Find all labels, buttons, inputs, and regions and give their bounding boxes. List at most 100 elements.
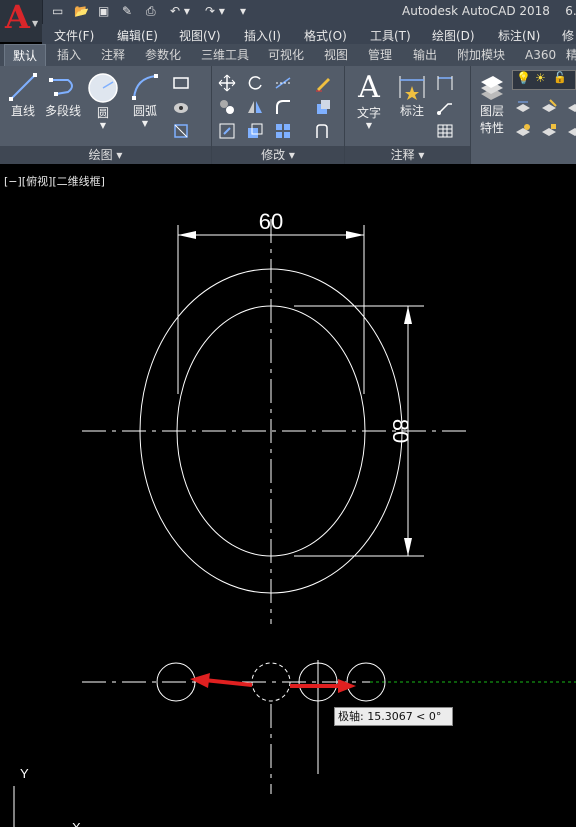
- trim-icon[interactable]: [274, 74, 292, 92]
- line-icon: [9, 73, 37, 101]
- chevron-down-icon: ▼: [99, 121, 107, 130]
- menu-edit[interactable]: 编辑(E): [117, 27, 158, 44]
- tab-a360[interactable]: A360: [525, 44, 556, 66]
- tab-addins[interactable]: 附加模块: [457, 44, 505, 66]
- lightbulb-icon: 💡: [516, 71, 531, 85]
- table-icon[interactable]: [436, 122, 454, 140]
- menu-draw[interactable]: 绘图(D): [432, 27, 475, 44]
- polar-tooltip: 极轴: 15.3067 < 0°: [334, 707, 453, 726]
- circle-tool-label: 圆: [96, 106, 109, 120]
- linear-dim-icon[interactable]: [436, 74, 454, 92]
- chevron-down-icon: ▼: [32, 19, 39, 28]
- hatch-icon[interactable]: [172, 98, 190, 116]
- tab-3d-tools[interactable]: 三维工具: [201, 44, 249, 66]
- tab-manage[interactable]: 管理: [368, 44, 392, 66]
- rotate-icon[interactable]: [246, 74, 264, 92]
- circle-tool[interactable]: 圆 ▼: [86, 72, 120, 130]
- tab-parametric[interactable]: 参数化: [145, 44, 181, 66]
- polyline-icon: [49, 78, 73, 96]
- leader-icon[interactable]: [436, 98, 454, 116]
- annotation-panel-title[interactable]: 注释 ▾: [345, 146, 470, 164]
- tab-view[interactable]: 视图: [324, 44, 348, 66]
- tab-annotate[interactable]: 注释: [101, 44, 125, 66]
- layer-freeze-icon[interactable]: [566, 98, 576, 116]
- modify-panel-title[interactable]: 修改 ▾: [212, 146, 344, 164]
- stretch-icon[interactable]: [218, 122, 236, 140]
- layer-off-icon[interactable]: [514, 122, 532, 140]
- menu-insert[interactable]: 插入(I): [244, 27, 281, 44]
- dimension-icon: [399, 76, 425, 100]
- red-arrowhead-left: [190, 673, 210, 688]
- move-icon[interactable]: [218, 74, 236, 92]
- layer-iso-icon[interactable]: [540, 98, 558, 116]
- dimension-arrowhead: [178, 231, 196, 239]
- tab-home[interactable]: 默认: [4, 44, 46, 66]
- text-tool-label: 文字: [356, 106, 381, 120]
- drawing-canvas[interactable]: 60 80 Y X: [0, 164, 576, 827]
- menu-format[interactable]: 格式(O): [304, 27, 347, 44]
- ucs-x-label: X: [72, 820, 81, 827]
- ribbon: 直线 多段线 圆 ▼ 圆弧 ▼ 绘图 ▾ 修改 ▾ A 文字 ▼ 标注 注释 ▾…: [0, 66, 576, 164]
- copy-icon[interactable]: [218, 98, 236, 116]
- tab-featured[interactable]: 精: [566, 44, 576, 66]
- dimension-text-horizontal[interactable]: 60: [259, 209, 283, 234]
- dimension-tool[interactable]: 标注: [394, 72, 430, 119]
- region-icon[interactable]: [172, 122, 190, 140]
- red-arrow-left: [203, 678, 253, 687]
- dimension-tool-label: 标注: [399, 104, 424, 118]
- panel-divider: [470, 66, 471, 164]
- new-file-icon[interactable]: ▭: [52, 3, 63, 19]
- ucs-y-label: Y: [20, 766, 29, 781]
- chevron-down-icon: ▼: [365, 121, 373, 130]
- fillet-icon[interactable]: [274, 98, 292, 116]
- tab-insert[interactable]: 插入: [57, 44, 81, 66]
- polyline-tool[interactable]: 多段线: [42, 72, 84, 119]
- chevron-down-icon: ▼: [141, 119, 149, 128]
- array-icon[interactable]: [274, 122, 292, 140]
- arc-tool[interactable]: 圆弧 ▼: [128, 72, 162, 128]
- arc-tool-label: 圆弧: [132, 104, 157, 118]
- polyline-tool-label: 多段线: [44, 104, 81, 118]
- text-icon: A: [358, 70, 380, 105]
- qat-dropdown-icon[interactable]: ▾: [240, 3, 246, 19]
- layer-lock-icon[interactable]: [540, 122, 558, 140]
- title-bar: ▭ 📂 ▣ ✎ ⎙ ↶ ▾ ↷ ▾ ▾ Autodesk AutoCAD 201…: [0, 0, 576, 24]
- open-file-icon[interactable]: 📂: [74, 3, 89, 19]
- tab-visualize[interactable]: 可视化: [268, 44, 304, 66]
- menu-dimension[interactable]: 标注(N): [498, 27, 540, 44]
- explode-icon[interactable]: [314, 98, 332, 116]
- redo-icon[interactable]: ↷ ▾: [205, 3, 225, 19]
- tab-output[interactable]: 输出: [413, 44, 437, 66]
- menu-view[interactable]: 视图(V): [179, 27, 221, 44]
- dimension-arrowhead: [404, 538, 412, 556]
- mirror-icon[interactable]: [246, 98, 264, 116]
- layer-label-1: 图层: [479, 104, 504, 118]
- menu-modify[interactable]: 修: [562, 27, 574, 44]
- layer-match-icon[interactable]: [514, 98, 532, 116]
- dimension-text-vertical[interactable]: 80: [388, 419, 413, 443]
- ribbon-tab-bar: 默认 插入 注释 参数化 三维工具 可视化 视图 管理 输出 附加模块 A360…: [0, 44, 576, 66]
- layer-label-2: 特性: [479, 121, 504, 135]
- text-tool[interactable]: A 文字 ▼: [352, 70, 386, 131]
- layer-dropdown[interactable]: 💡 ☀ 🔓: [512, 70, 576, 90]
- menu-tools[interactable]: 工具(T): [370, 27, 411, 44]
- application-menu-button[interactable]: A ▼: [0, 0, 43, 42]
- erase-icon[interactable]: [314, 74, 332, 92]
- arc-icon: [132, 74, 158, 100]
- layer-properties-tool[interactable]: 图层 特性: [476, 76, 508, 136]
- print-icon[interactable]: ⎙: [146, 3, 156, 19]
- undo-icon[interactable]: ↶ ▾: [170, 3, 190, 19]
- layer-walk-icon[interactable]: [566, 122, 576, 140]
- save-as-icon[interactable]: ✎: [122, 3, 132, 19]
- rectangle-icon[interactable]: [172, 74, 190, 92]
- circle-icon: [88, 73, 118, 103]
- save-icon[interactable]: ▣: [98, 3, 109, 19]
- window-title: Autodesk AutoCAD 2018 6.c: [402, 4, 576, 18]
- offset-icon[interactable]: [314, 122, 332, 140]
- draw-panel-title[interactable]: 绘图 ▾: [0, 146, 211, 164]
- menu-file[interactable]: 文件(F): [54, 27, 94, 44]
- menu-bar: 文件(F) 编辑(E) 视图(V) 插入(I) 格式(O) 工具(T) 绘图(D…: [42, 24, 576, 44]
- scale-icon[interactable]: [246, 122, 264, 140]
- line-tool[interactable]: 直线: [6, 72, 40, 119]
- layer-properties-icon: [481, 76, 503, 100]
